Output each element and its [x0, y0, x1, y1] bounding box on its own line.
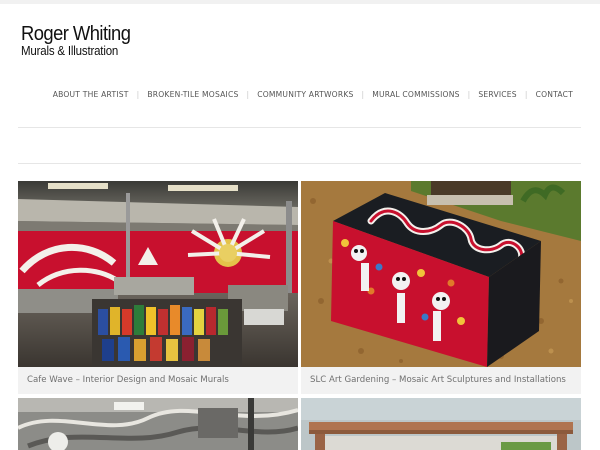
nav-item-about-the-artist[interactable]: ABOUT THE ARTIST	[53, 90, 129, 99]
nav-item-contact[interactable]: CONTACT	[536, 90, 573, 99]
nav-item-services[interactable]: SERVICES	[478, 90, 516, 99]
site-title: Roger Whiting	[21, 23, 131, 45]
content-divider	[18, 163, 581, 164]
gallery-item-3[interactable]	[18, 398, 298, 450]
gallery-item-4[interactable]	[301, 398, 581, 450]
gallery-photo	[301, 398, 581, 450]
gallery-item-slc-art-gardening[interactable]: SLC Art Gardening – Mosaic Art Sculpture…	[301, 181, 581, 394]
nav-separator: |	[246, 90, 250, 99]
nav-separator: |	[524, 90, 528, 99]
site-subtitle: Murals & Illustration	[21, 44, 119, 58]
nav-item-mural-commissions[interactable]: MURAL COMMISSIONS	[372, 90, 459, 99]
slc-art-gardening-photo	[301, 181, 581, 367]
nav-item-broken-tile-mosaics[interactable]: BROKEN-TILE MOSAICS	[147, 90, 238, 99]
header-divider	[18, 127, 581, 128]
nav-separator: |	[136, 90, 140, 99]
site-logo[interactable]: Roger Whiting Murals & Illustration	[21, 24, 140, 58]
gallery-photo	[18, 398, 298, 450]
top-bar	[0, 0, 600, 4]
gallery-item-cafe-wave[interactable]: Cafe Wave – Interior Design and Mosaic M…	[18, 181, 298, 394]
main-nav: ABOUT THE ARTIST | BROKEN-TILE MOSAICS |…	[53, 90, 573, 99]
cafe-wave-photo	[18, 181, 298, 367]
gallery-caption: Cafe Wave – Interior Design and Mosaic M…	[18, 367, 298, 394]
gallery-caption: SLC Art Gardening – Mosaic Art Sculpture…	[301, 367, 581, 394]
nav-item-community-artworks[interactable]: COMMUNITY ARTWORKS	[257, 90, 353, 99]
nav-separator: |	[467, 90, 471, 99]
nav-separator: |	[361, 90, 365, 99]
